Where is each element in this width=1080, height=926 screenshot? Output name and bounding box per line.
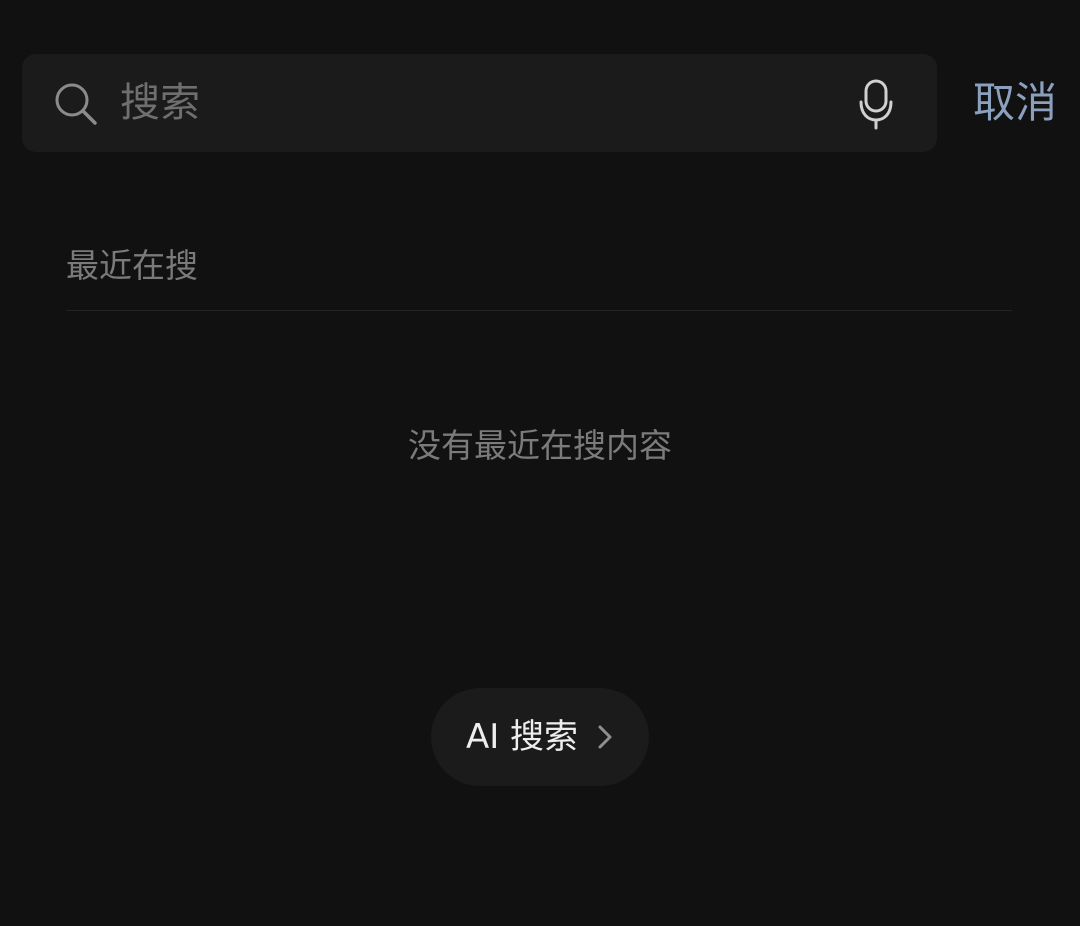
ai-search-label: AI 搜索 [465,717,579,757]
microphone-icon[interactable] [856,78,896,130]
search-bar[interactable] [22,54,937,152]
section-divider [66,310,1012,311]
empty-recent-message: 没有最近在搜内容 [408,426,672,465]
search-icon [55,83,97,125]
search-input[interactable] [120,54,820,152]
chevron-right-icon [598,725,612,749]
recent-searches-title: 最近在搜 [66,246,198,285]
ai-search-button[interactable]: AI 搜索 [431,688,649,786]
cancel-button[interactable]: 取消 [962,54,1068,152]
